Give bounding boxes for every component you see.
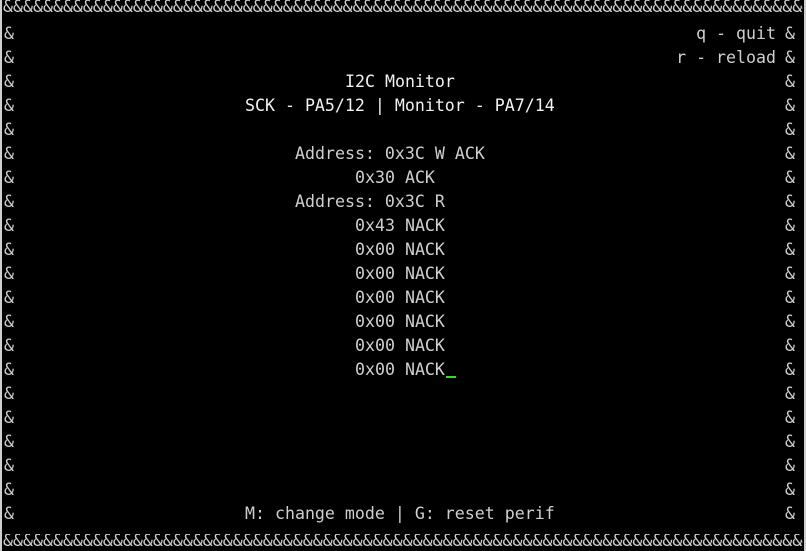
log-line: & 0x00 NACK & [0,334,806,358]
top-border: &&&&&&&&&&&&&&&&&&&&&&&&&&&&&&&&&&&&&&&&… [3,0,803,14]
log-entry: 0x00 NACK [355,240,445,259]
row-4: & SCK - PA5/12 | Monitor - PA7/14 & [0,94,806,118]
log-line: & Address: 0x3C W ACK & [0,142,806,166]
right-border-char: & [785,432,795,451]
cursor-icon [445,376,456,378]
row-blank: & & [0,382,806,406]
log-line: & 0x43 NACK & [0,214,806,238]
quit-hint: q - quit [696,24,776,43]
row-blank: & & [0,478,806,502]
left-border-char: & [4,408,14,427]
left-border-char: & [4,216,14,235]
right-border-char: & [785,192,795,211]
left-border-char: & [4,480,14,499]
log-entry: Address: 0x3C W ACK [295,144,485,163]
right-border-char: & [785,288,795,307]
terminal-window: &&&&&&&&&&&&&&&&&&&&&&&&&&&&&&&&&&&&&&&&… [0,0,806,551]
right-border-char: & [785,144,795,163]
footer-hints: M: change mode | G: reset perif [245,504,555,523]
left-border-char: & [4,504,14,523]
left-border-char: & [4,144,14,163]
log-line: & 0x00 NACK & [0,286,806,310]
row-blank: & & [0,454,806,478]
right-border-char: & [785,216,795,235]
right-border-char: & [785,264,795,283]
left-border-char: & [4,312,14,331]
left-border-char: & [4,432,14,451]
row-2: & r - reload & [0,46,806,70]
log-entry: 0x00 NACK [355,288,445,307]
row-blank: & & [0,430,806,454]
row-blank: & & [0,406,806,430]
right-border-char: & [785,48,795,67]
log-line: & 0x00 NACK & [0,358,806,382]
reload-hint: r - reload [676,48,776,67]
log-line: & 0x00 NACK & [0,310,806,334]
row-5: & & [0,118,806,142]
monitor-title: I2C Monitor [345,72,455,91]
footer-row: & M: change mode | G: reset perif & [0,502,806,526]
left-border-char: & [4,240,14,259]
right-border-char: & [785,240,795,259]
left-border-char: & [4,456,14,475]
log-entry: Address: 0x3C R [295,192,445,211]
right-border-char: & [785,360,795,379]
log-entry: 0x00 NACK [355,264,445,283]
right-border-char: & [785,72,795,91]
right-border-char: & [785,456,795,475]
left-border-char: & [4,72,14,91]
log-entry-last: 0x00 NACK [355,358,456,382]
log-line: & 0x00 NACK & [0,238,806,262]
left-border-char: & [4,264,14,283]
left-border-char: & [4,384,14,403]
right-border-char: & [785,24,795,43]
row-1: & q - quit & [0,22,806,46]
right-border-char: & [785,120,795,139]
right-border-char: & [785,96,795,115]
left-border-char: & [4,120,14,139]
log-entry: 0x30 ACK [355,168,435,187]
right-border-char: & [785,168,795,187]
right-border-char: & [785,480,795,499]
left-border-char: & [4,360,14,379]
right-border-char: & [785,504,795,523]
pin-config: SCK - PA5/12 | Monitor - PA7/14 [245,96,555,115]
log-entry: 0x00 NACK [355,312,445,331]
left-border-char: & [4,288,14,307]
left-border-char: & [4,96,14,115]
log-entry: 0x00 NACK [355,336,445,355]
right-border-char: & [785,336,795,355]
log-entry: 0x43 NACK [355,216,445,235]
left-border-char: & [4,336,14,355]
left-border-char: & [4,168,14,187]
left-border-char: & [4,24,14,43]
log-line: & 0x00 NACK & [0,262,806,286]
left-border-char: & [4,192,14,211]
log-line: & Address: 0x3C R & [0,190,806,214]
right-border-char: & [785,384,795,403]
log-line: & 0x30 ACK & [0,166,806,190]
right-border-char: & [785,408,795,427]
row-3: & I2C Monitor & [0,70,806,94]
log-entry: 0x00 NACK [355,360,445,379]
bottom-border: &&&&&&&&&&&&&&&&&&&&&&&&&&&&&&&&&&&&&&&&… [3,534,803,548]
right-border-char: & [785,312,795,331]
left-border-char: & [4,48,14,67]
